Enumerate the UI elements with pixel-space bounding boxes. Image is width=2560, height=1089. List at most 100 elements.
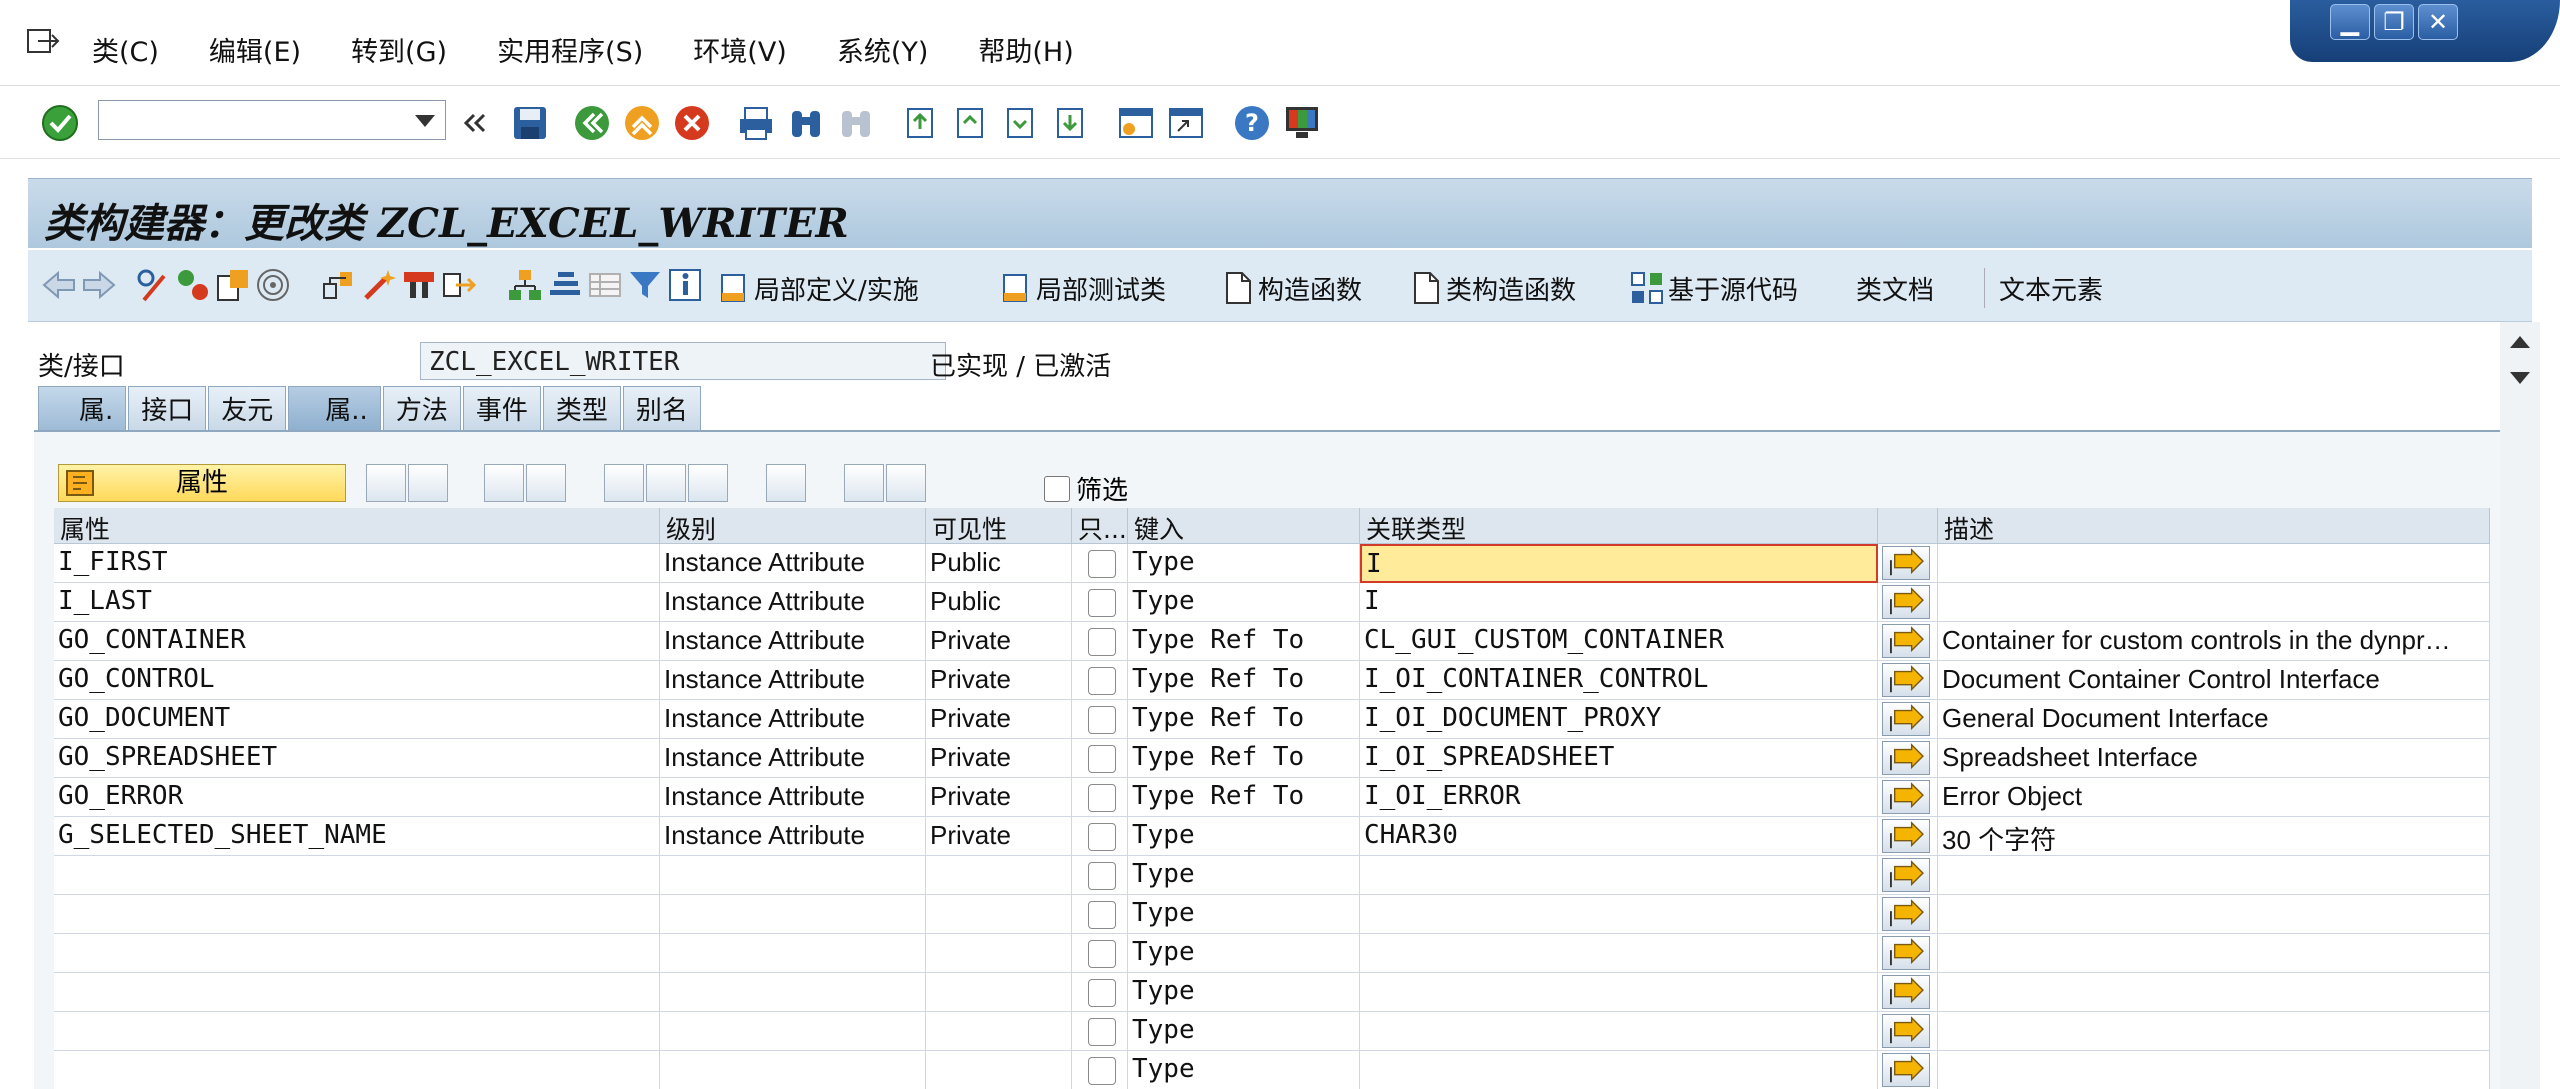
insert-row-icon[interactable] — [484, 464, 524, 502]
description-cell[interactable] — [1938, 1012, 2490, 1051]
navigate-arrow-icon[interactable] — [1882, 780, 1930, 814]
local-test-classes-button[interactable]: 局部测试类 — [1000, 268, 1166, 308]
typing-cell[interactable]: Type Ref To — [1128, 739, 1360, 778]
associated-type-cell[interactable]: CHAR30 — [1360, 817, 1878, 856]
tab-friends[interactable]: 友元 — [208, 386, 287, 430]
cut-icon[interactable] — [604, 464, 644, 502]
class-constructor-button[interactable]: 类构造函数 — [1412, 268, 1576, 308]
readonly-checkbox[interactable] — [1088, 1057, 1116, 1085]
typing-cell[interactable]: Type Ref To — [1128, 661, 1360, 700]
vertical-scrollbar[interactable] — [2500, 322, 2540, 1089]
level-cell[interactable] — [660, 1051, 926, 1089]
associated-type-cell[interactable] — [1360, 895, 1878, 934]
attribute-cell[interactable]: GO_DOCUMENT — [54, 700, 660, 739]
table-row[interactable]: Type — [54, 1012, 2490, 1051]
visibility-cell[interactable] — [926, 856, 1072, 895]
readonly-checkbox[interactable] — [1088, 1018, 1116, 1046]
shortcut-icon[interactable] — [1166, 103, 1206, 143]
scroll-up-icon[interactable] — [2510, 336, 2530, 348]
detail-view-icon[interactable] — [366, 464, 406, 502]
attribute-cell[interactable] — [54, 856, 660, 895]
new-session-icon[interactable] — [1116, 103, 1156, 143]
exit-up-icon[interactable] — [622, 103, 662, 143]
attribute-cell[interactable]: GO_CONTAINER — [54, 622, 660, 661]
navigate-arrow-icon[interactable] — [1882, 975, 1930, 1009]
find-next-rows-icon[interactable] — [886, 464, 926, 502]
level-cell[interactable]: Instance Attribute — [660, 661, 926, 700]
attribute-button[interactable]: 属性 — [58, 464, 346, 502]
column-header-attribute[interactable]: 属性 — [54, 508, 660, 544]
attribute-cell[interactable] — [54, 1012, 660, 1051]
level-cell[interactable]: Instance Attribute — [660, 700, 926, 739]
readonly-checkbox[interactable] — [1088, 940, 1116, 968]
column-header-associated-type[interactable]: 关联类型 — [1360, 508, 1878, 544]
table-row[interactable]: I_FIRST Instance Attribute Public Type I — [54, 544, 2490, 583]
navigate-arrow-icon[interactable] — [1882, 819, 1930, 853]
menu-utilities[interactable]: 实用程序(S) — [497, 30, 643, 69]
scroll-down-icon[interactable] — [2510, 372, 2530, 384]
tab-events[interactable]: 事件 — [462, 386, 541, 430]
back-icon[interactable] — [572, 103, 612, 143]
visibility-cell[interactable]: Private — [926, 661, 1072, 700]
description-cell[interactable] — [1938, 895, 2490, 934]
typing-cell[interactable]: Type — [1128, 544, 1360, 583]
visibility-cell[interactable] — [926, 895, 1072, 934]
description-cell[interactable] — [1938, 934, 2490, 973]
tab-types[interactable]: 类型 — [542, 386, 621, 430]
typing-cell[interactable]: Type — [1128, 895, 1360, 934]
table-row[interactable]: Type — [54, 1051, 2490, 1089]
visibility-cell[interactable] — [926, 934, 1072, 973]
associated-type-cell[interactable]: I_OI_DOCUMENT_PROXY — [1360, 700, 1878, 739]
back-arrow-icon[interactable] — [40, 266, 78, 304]
level-cell[interactable]: Instance Attribute — [660, 583, 926, 622]
source-code-based-button[interactable]: 基于源代码 — [1630, 268, 1798, 308]
readonly-checkbox[interactable] — [1088, 667, 1116, 695]
attribute-cell[interactable]: I_FIRST — [54, 544, 660, 583]
description-cell[interactable]: Container for custom controls in the dyn… — [1938, 622, 2490, 661]
associated-type-cell[interactable] — [1360, 1012, 1878, 1051]
tab-methods[interactable]: 方法 — [382, 386, 461, 430]
table-row[interactable]: I_LAST Instance Attribute Public Type I — [54, 583, 2490, 622]
associated-type-cell[interactable]: I_OI_CONTAINER_CONTROL — [1360, 661, 1878, 700]
minimize-button[interactable]: ▁ — [2330, 4, 2370, 40]
column-header-typing[interactable]: 键入 — [1128, 508, 1360, 544]
help-icon[interactable]: ? — [1232, 103, 1272, 143]
description-cell[interactable]: 30 个字符 — [1938, 817, 2490, 856]
table-row[interactable]: GO_DOCUMENT Instance Attribute Private Type… — [54, 700, 2490, 739]
attribute-cell[interactable] — [54, 1051, 660, 1089]
associated-type-cell[interactable]: I — [1360, 544, 1878, 583]
hierarchy-icon[interactable] — [506, 266, 544, 304]
first-page-icon[interactable] — [900, 103, 940, 143]
tab-attributes[interactable]: 属.. — [288, 386, 381, 430]
attribute-cell[interactable]: GO_CONTROL — [54, 661, 660, 700]
print-icon[interactable] — [736, 103, 776, 143]
filter-checkbox[interactable] — [1044, 475, 1070, 502]
table-row[interactable]: Type — [54, 934, 2490, 973]
column-header-level[interactable]: 级别 — [660, 508, 926, 544]
enter-check-icon[interactable] — [40, 103, 80, 143]
activate-icon[interactable] — [360, 266, 398, 304]
readonly-checkbox[interactable] — [1088, 550, 1116, 578]
typing-cell[interactable]: Type — [1128, 973, 1360, 1012]
readonly-checkbox[interactable] — [1088, 784, 1116, 812]
where-used-icon[interactable] — [254, 266, 292, 304]
attribute-cell[interactable]: G_SELECTED_SHEET_NAME — [54, 817, 660, 856]
level-cell[interactable] — [660, 973, 926, 1012]
navigate-arrow-icon[interactable] — [1882, 858, 1930, 892]
column-header-description[interactable]: 描述 — [1938, 508, 2490, 544]
description-cell[interactable] — [1938, 973, 2490, 1012]
navigate-arrow-icon[interactable] — [1882, 663, 1930, 697]
description-cell[interactable]: General Document Interface — [1938, 700, 2490, 739]
level-cell[interactable] — [660, 1012, 926, 1051]
description-cell[interactable] — [1938, 583, 2490, 622]
customize-layout-icon[interactable] — [1282, 103, 1322, 143]
active-inactive-icon[interactable] — [174, 266, 212, 304]
class-documentation-button[interactable]: 类文档 — [1856, 268, 1934, 308]
description-cell[interactable] — [1938, 544, 2490, 583]
visibility-cell[interactable]: Private — [926, 817, 1072, 856]
test-icon[interactable] — [400, 266, 438, 304]
copy-icon[interactable] — [646, 464, 686, 502]
navigate-arrow-icon[interactable] — [1882, 936, 1930, 970]
attribute-cell[interactable] — [54, 973, 660, 1012]
readonly-checkbox[interactable] — [1088, 862, 1116, 890]
